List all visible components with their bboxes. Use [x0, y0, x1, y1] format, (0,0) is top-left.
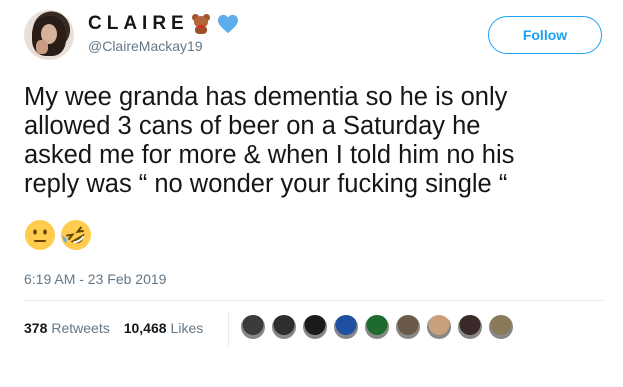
teddy-bear-icon: [191, 14, 211, 34]
liker-avatar[interactable]: [271, 314, 297, 340]
username-handle[interactable]: @ClaireMackay19: [88, 38, 203, 54]
tweet-emoji-row: [24, 219, 92, 253]
likes-label: Likes: [170, 320, 204, 336]
likes-stat[interactable]: 10,468 Likes: [124, 320, 204, 336]
retweets-count: 378: [24, 320, 48, 336]
rolling-on-floor-laughing-icon: [61, 220, 91, 250]
liker-avatar[interactable]: [240, 314, 266, 340]
liker-avatar[interactable]: [457, 314, 483, 340]
avatar[interactable]: [24, 10, 74, 60]
liker-avatar[interactable]: [426, 314, 452, 340]
retweets-stat[interactable]: 378 Retweets: [24, 320, 110, 336]
retweets-label: Retweets: [51, 320, 110, 336]
liker-avatars: [240, 314, 519, 340]
follow-button[interactable]: Follow: [488, 16, 602, 54]
display-name[interactable]: CLAIRE: [88, 13, 189, 35]
author-name-row[interactable]: CLAIRE: [88, 12, 239, 36]
tweet-card: CLAIRE @ClaireMackay19 Follow My wee gra…: [0, 0, 623, 387]
liker-avatar[interactable]: [488, 314, 514, 340]
liker-avatar[interactable]: [395, 314, 421, 340]
stats-separator: [228, 312, 229, 346]
tweet-stats: 378 Retweets 10,468 Likes: [24, 320, 217, 336]
neutral-face-icon: [25, 220, 55, 250]
tweet-timestamp[interactable]: 6:19 AM - 23 Feb 2019: [24, 271, 166, 287]
likes-count: 10,468: [123, 320, 167, 336]
liker-avatar[interactable]: [302, 314, 328, 340]
divider: [24, 300, 604, 301]
tweet-text: My wee granda has dementia so he is only…: [24, 83, 515, 198]
liker-avatar[interactable]: [333, 314, 359, 340]
liker-avatar[interactable]: [364, 314, 390, 340]
blue-heart-icon: [217, 14, 238, 34]
